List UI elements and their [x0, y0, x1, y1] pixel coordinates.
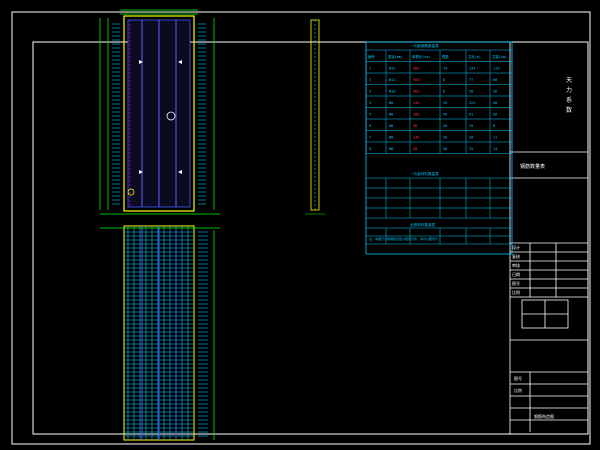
title-char-2: 力	[566, 86, 572, 94]
table-cell: 35	[469, 147, 473, 151]
table-cell: 186	[413, 113, 420, 117]
slab-plan-bottom	[100, 225, 220, 441]
table-cell: 8	[443, 78, 445, 82]
tb-row-6: 比例	[512, 289, 520, 295]
table-cell: 3	[369, 90, 371, 94]
tb-row-4: 日期	[512, 271, 520, 277]
table-cell: 8	[493, 124, 495, 128]
table-cell: 11	[493, 136, 497, 140]
rebar-table: 一片板钢筋数量表 一片板材料数量表 全桥材料数量表 注：本图尺寸除钢筋直径以毫米…	[365, 41, 513, 255]
table-header-cell: 直径(mm)	[388, 54, 403, 59]
table-cell: 14	[493, 147, 497, 151]
table-cell: 58	[469, 90, 473, 94]
table-cell: 122	[469, 101, 476, 105]
table-mid-title: 一片板材料数量表	[410, 171, 439, 176]
table-cell: 248	[413, 101, 420, 105]
table-cell: 960	[413, 78, 420, 82]
table-cell: 1	[369, 67, 371, 71]
table-grid	[365, 49, 513, 245]
table-cell: 960	[413, 67, 420, 71]
table-cell: 48	[493, 101, 497, 105]
table-cell: Φ10	[389, 90, 396, 94]
table-cell: 134	[469, 67, 476, 71]
cad-drawing-canvas: 天 力 系 数 钢筋数量表 设计 复核 审核 日期 图号 比例 钢筋构造图 图号…	[11, 9, 591, 445]
table-cell: 68	[493, 78, 497, 82]
table-cell: Φ8	[389, 124, 393, 128]
table-cell: 19	[469, 124, 473, 128]
table-header-cell: 根数	[442, 54, 449, 59]
table-cell: 6	[443, 90, 445, 94]
table-cell: 49	[443, 101, 447, 105]
table-header-cell: 单根长(cm)	[412, 54, 430, 59]
table-cell: 49	[443, 113, 447, 117]
tb-row-3: 审核	[512, 262, 520, 268]
table-cell: 7	[369, 136, 371, 140]
table-header-cell: 共长(m)	[468, 54, 481, 59]
table-note: 注：本图尺寸除钢筋直径以毫米计外，余均以厘米计。	[369, 236, 441, 241]
table-header-cell: 共重(kg)	[492, 54, 507, 59]
scale-label: 比例	[514, 387, 522, 393]
table-cell: 91	[469, 113, 473, 117]
table-top-title: 一片板钢筋数量表	[410, 43, 439, 48]
table-cell: Φ8	[389, 136, 393, 140]
table-cells: 编号 直径(mm) 单根长(cm) 根数 共长(m) 共重(kg) 1 Φ12 960 14 134…	[368, 54, 507, 151]
table-cell: 96	[413, 124, 417, 128]
title-char-4: 数	[566, 106, 572, 114]
table-cell: Φ8	[389, 101, 393, 105]
title-char-1: 天	[566, 77, 572, 84]
table-cell: 20	[443, 136, 447, 140]
section-view	[305, 19, 325, 215]
rebar-grid	[124, 226, 208, 440]
table-cell: Φ8	[389, 113, 393, 117]
table-cell: 20	[443, 124, 447, 128]
table-cell: 960	[413, 90, 420, 94]
table-cell: 14	[443, 67, 447, 71]
table-cell: 88	[413, 147, 417, 151]
table-header-cell: 编号	[368, 54, 375, 59]
table-cell: 119	[493, 67, 500, 71]
drawing-name: 钢筋数量表	[520, 163, 545, 170]
table-cell: 140	[413, 136, 420, 140]
table-low-title: 全桥材料数量表	[410, 222, 436, 227]
table-cell: 77	[469, 78, 473, 82]
tb-row-5: 图号	[512, 280, 520, 286]
table-cell: 6	[369, 124, 371, 128]
table-cell: 28	[469, 136, 473, 140]
slab-plan-top	[99, 9, 220, 215]
tb-row-2: 复核	[512, 253, 520, 259]
table-cell: Φ12	[389, 78, 396, 82]
table-cell: 4	[369, 101, 371, 105]
table-cell: 2	[369, 78, 371, 82]
table-cell: 5	[369, 113, 371, 117]
table-cell: 8	[369, 147, 371, 151]
table-cell: Φ8	[389, 147, 393, 151]
title-char-3: 系	[566, 96, 572, 104]
sheet-label: 图号	[514, 375, 522, 381]
table-cell: Φ12	[389, 67, 396, 71]
table-cell: 40	[443, 147, 447, 151]
tb-row-1: 设计	[512, 244, 520, 250]
table-cell: 36	[493, 113, 497, 117]
footer-label: 钢筋构造图	[534, 413, 554, 419]
table-cell: 36	[493, 90, 497, 94]
